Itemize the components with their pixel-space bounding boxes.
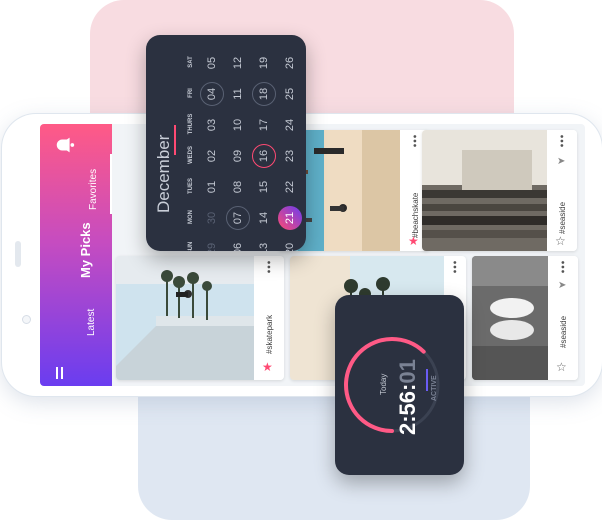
calendar-day[interactable]: 24	[278, 113, 302, 137]
weekday-label: SUN	[188, 241, 194, 251]
timer-time-main: 2:56:	[395, 383, 420, 435]
photo-card[interactable]: ••• ➤ #seaside ☆	[472, 256, 578, 380]
calendar-day[interactable]: 10	[226, 113, 250, 137]
stacked-books-photo	[422, 130, 547, 251]
calendar-day[interactable]: 09	[226, 144, 250, 168]
calendar-day[interactable]: 11	[226, 82, 250, 106]
calendar-day[interactable]: 05	[200, 51, 224, 75]
photo-card[interactable]: ••• #skatepark ★	[116, 256, 284, 380]
more-icon[interactable]: •••	[557, 261, 568, 275]
weekday-label: FRI	[188, 88, 194, 98]
weekday-label: THURS	[188, 113, 194, 135]
card-tag: #beachskate	[411, 192, 420, 238]
calendar-day[interactable]: 20	[278, 237, 302, 251]
calendar-day[interactable]: 15	[252, 175, 276, 199]
sidebar: My Picks Favorites Latest	[40, 124, 112, 386]
calendar-day[interactable]: 22	[278, 175, 302, 199]
weekday-label: TUES	[188, 178, 194, 195]
more-icon[interactable]: •••	[449, 261, 460, 275]
nav-favorites[interactable]: Favorites	[88, 169, 99, 210]
more-icon[interactable]: •••	[409, 135, 420, 149]
calendar-day[interactable]: 01	[200, 175, 224, 199]
card-action-strip: ••• ➤ #seaside ☆	[547, 130, 577, 251]
calendar-widget: December SUN MON TUES WEDS THURS FRI SAT 29 30 01…	[146, 35, 306, 251]
calendar-day[interactable]: 07	[226, 206, 250, 230]
calendar-day[interactable]: 25	[278, 82, 302, 106]
timer-widget: Today 2:56:01 ACTIVE	[335, 295, 464, 475]
bell-icon[interactable]	[54, 134, 76, 156]
star-outline-icon[interactable]: ☆	[555, 234, 566, 248]
card-tag: #seaside	[558, 201, 567, 234]
star-icon[interactable]: ★	[262, 360, 273, 374]
calendar-day[interactable]: 26	[278, 51, 302, 75]
timer-time: 2:56:01	[395, 359, 421, 435]
month-accent-bar	[174, 125, 176, 155]
calendar-day[interactable]: 18	[252, 82, 276, 106]
timer-time-seconds: 01	[395, 359, 420, 384]
calendar-day[interactable]: 08	[226, 175, 250, 199]
calendar-month: December	[154, 134, 173, 213]
calendar-day[interactable]: 17	[252, 113, 276, 137]
calendar-day[interactable]: 19	[252, 51, 276, 75]
calendar-day[interactable]: 03	[200, 113, 224, 137]
timer-label: Today	[379, 373, 388, 395]
calendar-day[interactable]: 23	[278, 144, 302, 168]
calendar-day[interactable]: 16	[252, 144, 276, 168]
star-outline-icon[interactable]: ☆	[556, 360, 567, 374]
card-action-strip: ••• #skatepark ★	[254, 256, 284, 380]
phone-speaker	[15, 241, 21, 267]
more-icon[interactable]: •••	[263, 261, 274, 275]
sidebar-title: My Picks	[78, 222, 93, 278]
send-icon[interactable]: ➤	[558, 280, 566, 291]
photo-card[interactable]: ••• ➤ #seaside ☆	[422, 130, 577, 251]
calendar-day[interactable]: 04	[200, 82, 224, 106]
status-indicator	[426, 369, 428, 391]
sneakers-photo	[472, 256, 548, 380]
card-action-strip: ••• ➤ #seaside ☆	[548, 256, 578, 380]
nav-active-indicator	[110, 154, 112, 214]
star-icon[interactable]: ★	[408, 234, 419, 248]
menu-icon[interactable]	[56, 367, 66, 379]
card-tag: #seaside	[559, 315, 568, 348]
calendar-day[interactable]: 02	[200, 144, 224, 168]
calendar-day[interactable]: 12	[226, 51, 250, 75]
skatepark-photo	[116, 256, 254, 380]
calendar-day[interactable]: 14	[252, 206, 276, 230]
calendar-day[interactable]: 29	[200, 237, 224, 251]
card-tag: #skatepark	[265, 314, 274, 354]
timer-status: ACTIVE	[431, 375, 438, 401]
phone-sensor	[22, 315, 31, 324]
more-icon[interactable]: •••	[556, 135, 567, 149]
weekday-label: SAT	[188, 56, 194, 68]
send-icon[interactable]: ➤	[557, 156, 565, 167]
calendar-day[interactable]: 13	[252, 237, 276, 251]
weekday-label: WEDS	[188, 146, 194, 164]
nav-latest[interactable]: Latest	[86, 309, 97, 336]
calendar-day[interactable]: 30	[200, 206, 224, 230]
calendar-day[interactable]: 06	[226, 237, 250, 251]
phone-screen: My Picks Favorites Latest ••• #beachskat…	[40, 124, 585, 386]
calendar-day[interactable]: 21	[278, 206, 302, 230]
weekday-label: MON	[188, 210, 194, 224]
